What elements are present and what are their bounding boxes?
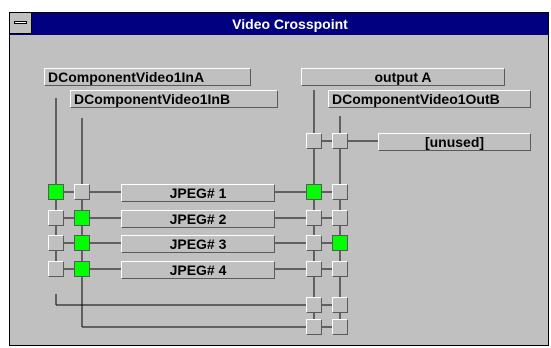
title-bar[interactable]: Video Crosspoint bbox=[10, 13, 548, 35]
switch-jpeg4-inb[interactable] bbox=[74, 261, 90, 277]
switch-loopa-outa[interactable] bbox=[306, 297, 322, 313]
window-title: Video Crosspoint bbox=[232, 16, 348, 32]
switch-jpeg1-outa[interactable] bbox=[306, 184, 322, 200]
unused-label: [unused] bbox=[378, 133, 531, 151]
switch-jpeg4-ina[interactable] bbox=[48, 261, 64, 277]
jpeg-1-label: JPEG# 1 bbox=[121, 184, 275, 202]
jpeg-3-label: JPEG# 3 bbox=[121, 235, 275, 253]
switch-jpeg3-outa[interactable] bbox=[306, 235, 322, 251]
switch-jpeg1-outb[interactable] bbox=[332, 184, 348, 200]
switch-unused-outb[interactable] bbox=[332, 133, 348, 149]
output-b-label: DComponentVideo1OutB bbox=[328, 90, 531, 108]
jpeg-2-label: JPEG# 2 bbox=[121, 210, 275, 228]
jpeg-4-label: JPEG# 4 bbox=[121, 261, 275, 279]
switch-jpeg2-outb[interactable] bbox=[332, 210, 348, 226]
crosspoint-canvas: DComponentVideo1InA DComponentVideo1InB … bbox=[10, 35, 548, 345]
switch-jpeg3-outb[interactable] bbox=[332, 235, 348, 251]
switch-loopa-outb[interactable] bbox=[332, 297, 348, 313]
switch-jpeg3-ina[interactable] bbox=[48, 235, 64, 251]
switch-loopb-outb[interactable] bbox=[332, 319, 348, 335]
switch-jpeg2-outa[interactable] bbox=[306, 210, 322, 226]
system-menu-icon[interactable] bbox=[10, 13, 32, 34]
input-b-label: DComponentVideo1InB bbox=[70, 90, 278, 108]
switch-jpeg2-inb[interactable] bbox=[74, 210, 90, 226]
switch-loopb-outa[interactable] bbox=[306, 319, 322, 335]
switch-jpeg1-ina[interactable] bbox=[48, 184, 64, 200]
switch-jpeg2-ina[interactable] bbox=[48, 210, 64, 226]
output-a-label: output A bbox=[301, 68, 505, 86]
switch-jpeg1-inb[interactable] bbox=[74, 184, 90, 200]
switch-jpeg4-outa[interactable] bbox=[306, 261, 322, 277]
switch-jpeg3-inb[interactable] bbox=[74, 235, 90, 251]
switch-jpeg4-outb[interactable] bbox=[332, 261, 348, 277]
input-a-label: DComponentVideo1InA bbox=[44, 68, 251, 86]
switch-unused-outa[interactable] bbox=[306, 133, 322, 149]
crosspoint-window: Video Crosspoint DComponentVideo1InA DCo… bbox=[9, 12, 549, 346]
